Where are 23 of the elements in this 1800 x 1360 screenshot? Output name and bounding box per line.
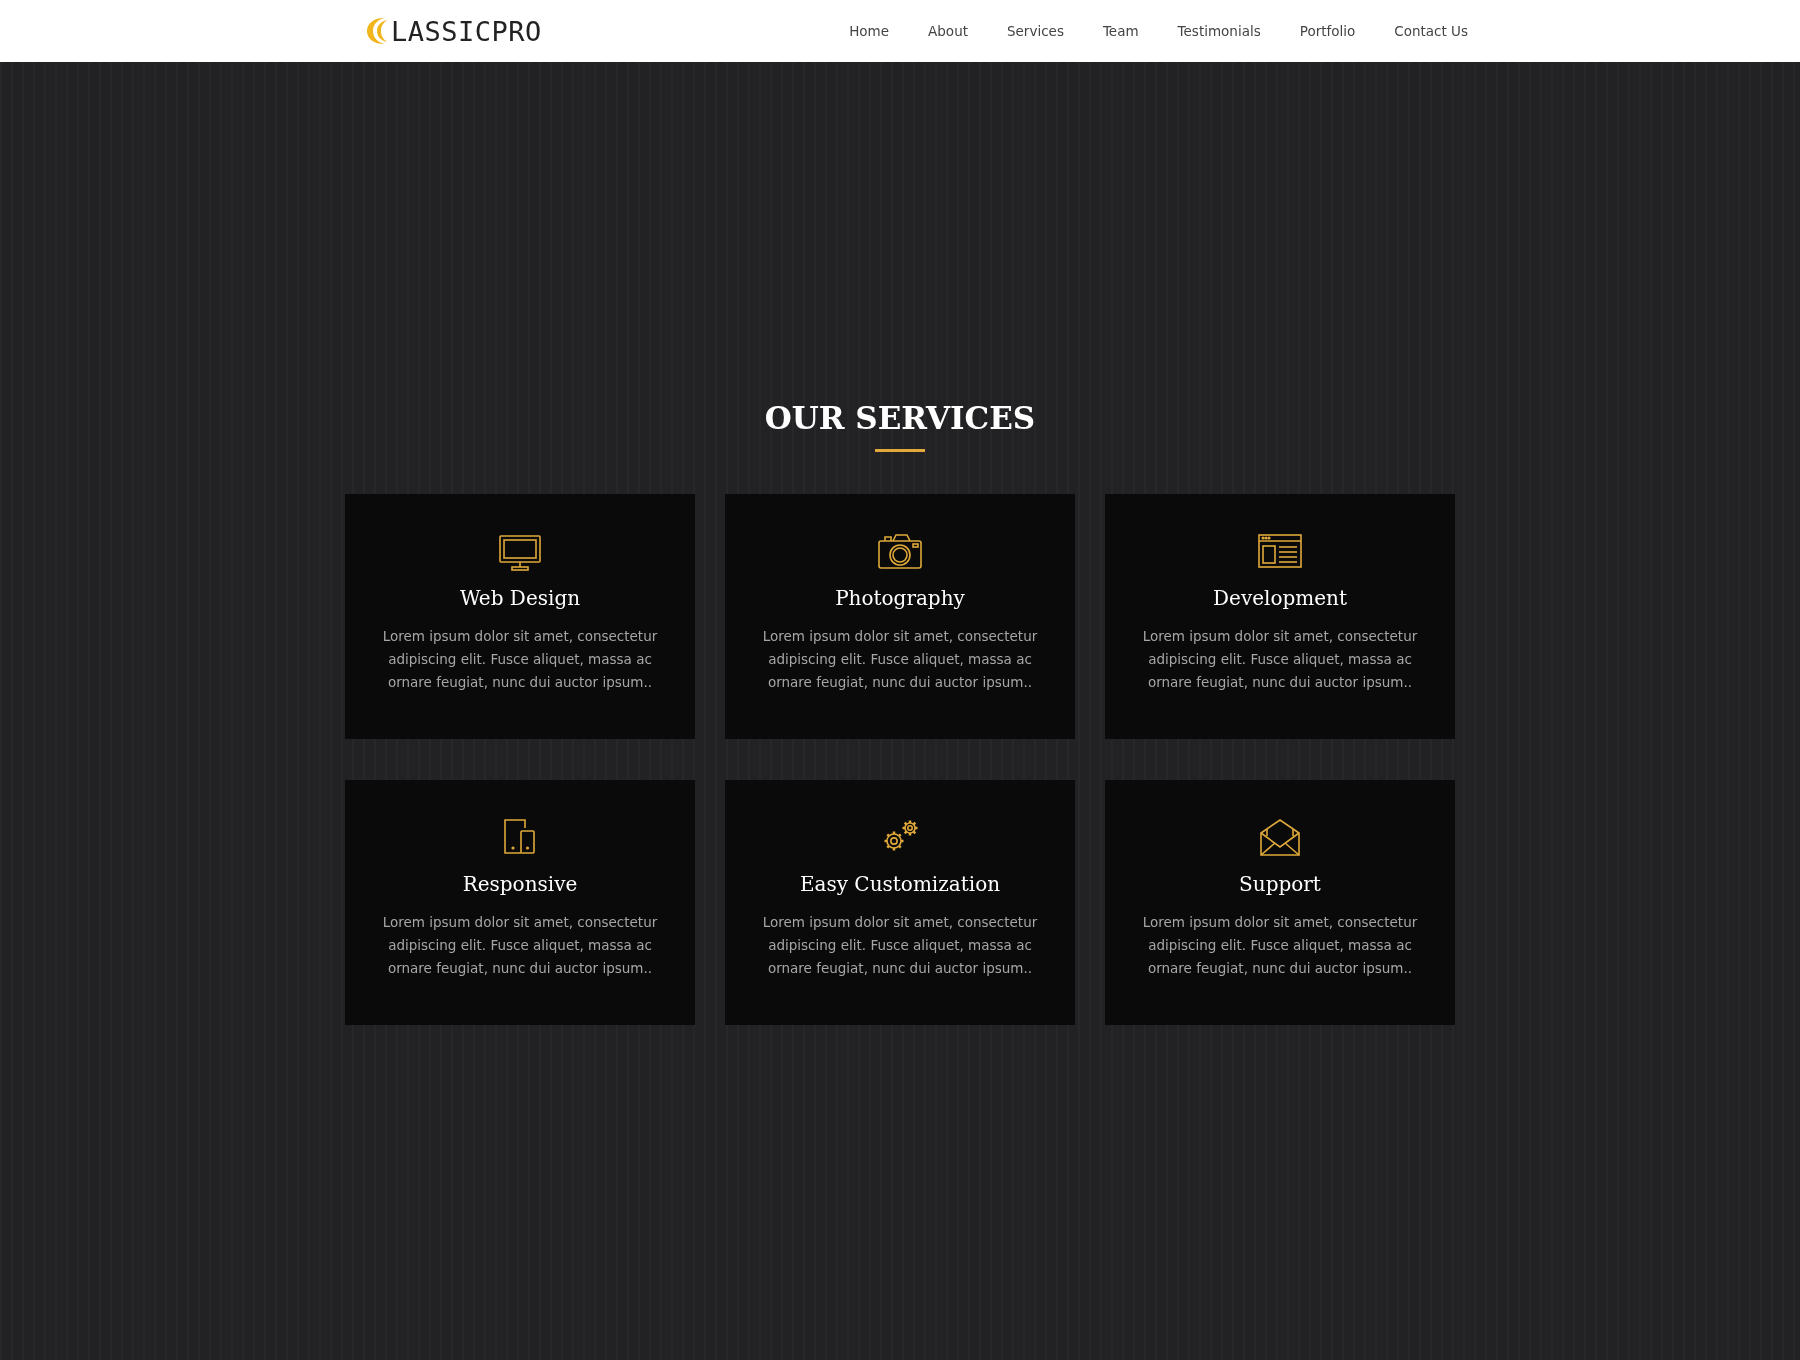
- service-title: Easy Customization: [799, 872, 1001, 896]
- nav-link[interactable]: Team: [1102, 19, 1139, 43]
- title-underline: [875, 449, 925, 452]
- service-description: Lorem ipsum dolor sit amet, consectetur adipiscing elit. Fusce aliquet, massa ac ornare feugiat, nunc dui auctor ipsum..: [381, 913, 659, 978]
- nav-link[interactable]: Portfolio: [1299, 19, 1356, 43]
- service-description: Lorem ipsum dolor sit amet, consectetur adipiscing elit. Fusce aliquet, massa ac ornare feugiat, nunc dui auctor ipsum..: [761, 627, 1039, 692]
- logo-text: LASSICPRO: [391, 15, 542, 47]
- envelope-icon: [1257, 816, 1303, 858]
- service-description: Lorem ipsum dolor sit amet, consectetur adipiscing elit. Fusce aliquet, massa ac ornare feugiat, nunc dui auctor ipsum..: [1141, 913, 1419, 978]
- service-description: Lorem ipsum dolor sit amet, consectetur adipiscing elit. Fusce aliquet, massa ac ornare feugiat, nunc dui auctor ipsum..: [761, 913, 1039, 978]
- nav-link[interactable]: Home: [849, 19, 890, 43]
- service-description: Lorem ipsum dolor sit amet, consectetur adipiscing elit. Fusce aliquet, massa ac ornare feugiat, nunc dui auctor ipsum..: [381, 627, 659, 692]
- nav-link[interactable]: Testimonials: [1177, 19, 1261, 43]
- service-title: Responsive: [462, 872, 578, 896]
- nav-link[interactable]: Services: [1007, 19, 1064, 43]
- service-title: Photography: [835, 586, 965, 610]
- section-title: OUR SERVICES: [764, 400, 1036, 436]
- nav-link[interactable]: About: [928, 19, 968, 43]
- service-title: Web Design: [459, 586, 581, 610]
- service-title: Support: [1239, 872, 1321, 896]
- service-title: Development: [1213, 586, 1347, 610]
- service-description: Lorem ipsum dolor sit amet, consectetur adipiscing elit. Fusce aliquet, massa ac ornare feugiat, nunc dui auctor ipsum..: [1141, 627, 1419, 692]
- nav-link[interactable]: Contact Us: [1394, 19, 1468, 43]
